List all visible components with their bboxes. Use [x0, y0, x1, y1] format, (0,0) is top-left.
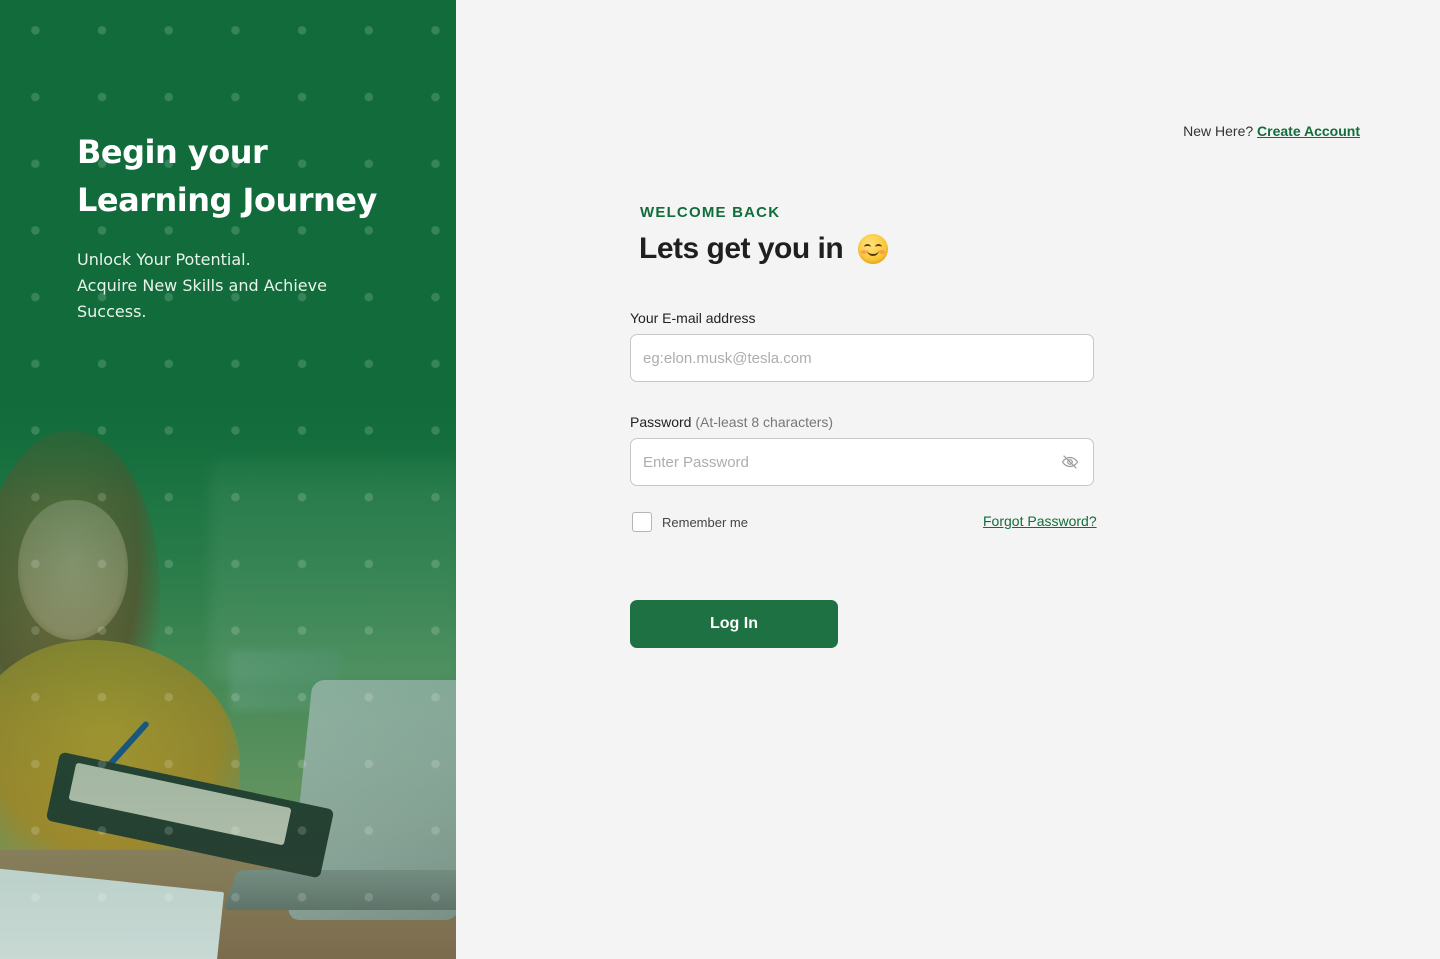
email-field-wrapper	[630, 334, 1094, 382]
page-title: Lets get you in	[639, 232, 889, 266]
email-label: Your E-mail address	[630, 310, 756, 326]
password-field[interactable]	[643, 439, 1059, 485]
hero-subtitle: Unlock Your Potential. Acquire New Skill…	[77, 247, 377, 325]
email-field[interactable]	[643, 335, 1081, 381]
smiling-face-icon	[858, 234, 889, 264]
eye-off-icon[interactable]	[1059, 451, 1081, 473]
forgot-password-link[interactable]: Forgot Password?	[983, 513, 1097, 529]
hero-title-line1: Begin your	[77, 133, 268, 171]
password-label: Password (At-least 8 characters)	[630, 414, 833, 430]
hero-title-line2: Learning Journey	[77, 181, 377, 219]
hero-subtitle-line1: Unlock Your Potential.	[77, 250, 251, 269]
new-here-text: New Here?	[1183, 123, 1254, 139]
password-hint: (At-least 8 characters)	[695, 414, 834, 430]
login-button[interactable]: Log In	[630, 600, 838, 648]
signup-prompt: New Here? Create Account	[1183, 123, 1360, 139]
welcome-eyebrow: WELCOME BACK	[640, 204, 781, 221]
hero-subtitle-line2: Acquire New Skills and Achieve	[77, 276, 327, 295]
password-label-text: Password	[630, 414, 692, 430]
password-field-wrapper	[630, 438, 1094, 486]
hero-panel: Begin your Learning Journey Unlock Your …	[0, 0, 456, 959]
hero-subtitle-line3: Success.	[77, 302, 147, 321]
page-title-text: Lets get you in	[639, 232, 844, 265]
create-account-link[interactable]: Create Account	[1257, 123, 1360, 139]
hero-title: Begin your Learning Journey	[77, 128, 417, 224]
remember-me-checkbox[interactable]	[632, 512, 652, 532]
remember-me-label: Remember me	[662, 514, 748, 530]
remember-me[interactable]: Remember me	[632, 512, 748, 532]
